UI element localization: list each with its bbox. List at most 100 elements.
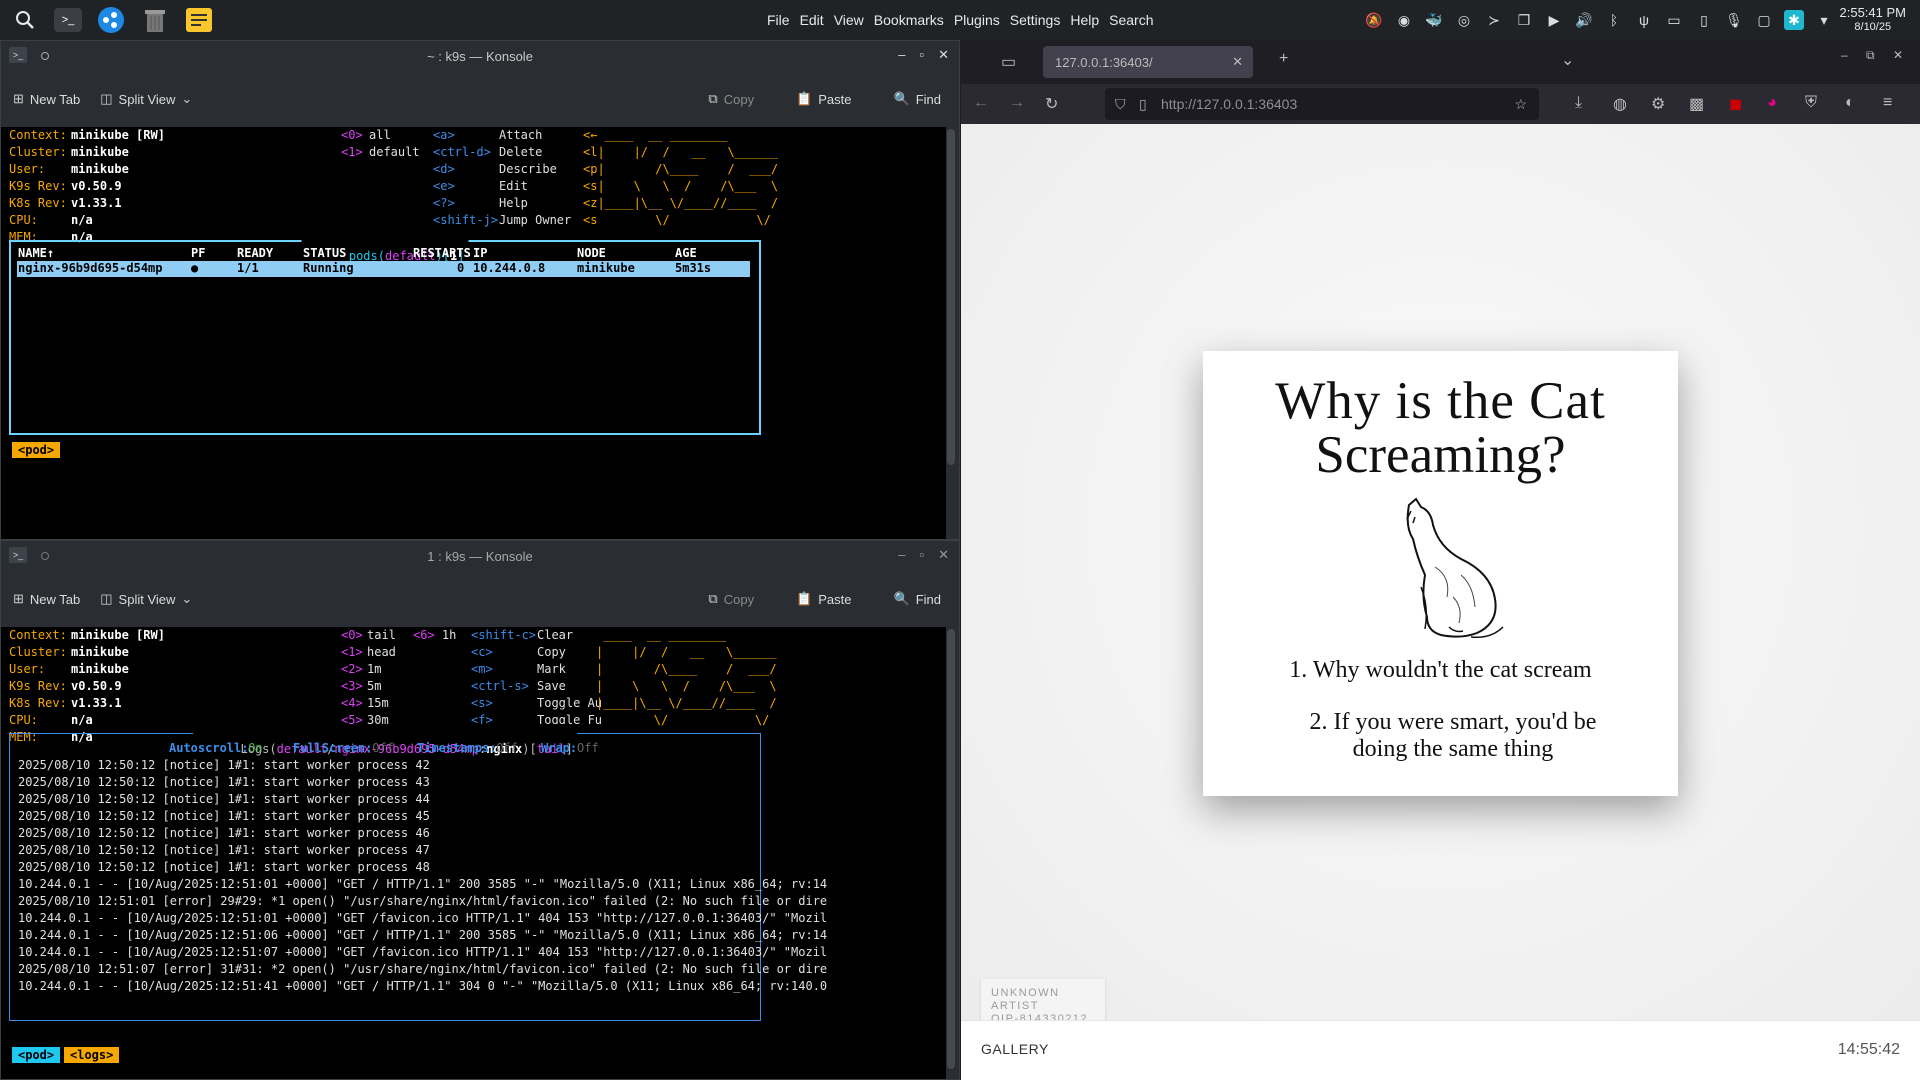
info-key: CPU: bbox=[9, 713, 38, 727]
minimize-icon[interactable]: – bbox=[1841, 48, 1848, 62]
title-bar[interactable]: >_ ~ : k9s — Konsole – ▫ ✕ bbox=[1, 41, 959, 71]
menu-edit[interactable]: Edit bbox=[795, 12, 829, 28]
copy-label: Copy bbox=[723, 591, 755, 607]
breadcrumb-pod[interactable]: <pod> bbox=[12, 442, 61, 458]
close-icon[interactable]: ✕ bbox=[938, 47, 949, 63]
phone-icon[interactable]: ▯ bbox=[1694, 10, 1714, 30]
scrollbar[interactable] bbox=[947, 629, 955, 1069]
notifications-muted-icon[interactable]: 🔕 bbox=[1364, 10, 1384, 30]
menu-view[interactable]: View bbox=[829, 12, 869, 28]
new-tab-button[interactable]: ⊞ New Tab bbox=[13, 591, 80, 607]
close-tab-icon[interactable]: ✕ bbox=[1232, 54, 1243, 70]
media-player-icon[interactable]: ▶ bbox=[1544, 10, 1564, 30]
breadcrumb-pod[interactable]: <pod> bbox=[12, 1047, 61, 1063]
maximize-icon[interactable]: ▫ bbox=[919, 547, 924, 563]
steam-icon[interactable]: ◎ bbox=[1454, 10, 1474, 30]
split-view-button[interactable]: ◫ Split View ⌄ bbox=[100, 591, 192, 607]
find-button[interactable]: 🔍 Find bbox=[894, 591, 941, 607]
hotkey-label: Edit bbox=[499, 179, 528, 193]
gallery-link[interactable]: GALLERY bbox=[981, 1041, 1049, 1057]
clock[interactable]: 2:55:41 PM 8/10/25 bbox=[1840, 6, 1907, 34]
notes-icon[interactable] bbox=[184, 5, 214, 35]
bluetooth-icon[interactable]: ᛒ bbox=[1604, 10, 1624, 30]
paste-button[interactable]: 📋 Paste bbox=[796, 591, 851, 607]
info-value: minikube [RW] bbox=[71, 128, 165, 142]
bookmark-star-icon[interactable]: ☆ bbox=[1514, 96, 1527, 113]
hotkey-key: <a> bbox=[433, 128, 455, 142]
account-icon[interactable]: ◍ bbox=[1613, 94, 1627, 114]
app-tray-icon[interactable]: ✱ bbox=[1784, 10, 1804, 30]
find-icon: 🔍 bbox=[893, 91, 910, 106]
display-icon[interactable]: ▭ bbox=[1664, 10, 1684, 30]
screen-icon[interactable]: ▢ bbox=[1754, 10, 1774, 30]
maximize-icon[interactable]: ▫ bbox=[919, 47, 924, 63]
copy-button[interactable]: ⧉ Copy bbox=[708, 591, 754, 607]
browser-tab[interactable]: 127.0.0.1:36403/ ✕ bbox=[1043, 46, 1253, 78]
info-value: v1.33.1 bbox=[71, 196, 122, 210]
hotkey-label: Clear bbox=[537, 628, 574, 642]
new-tab-icon[interactable]: + bbox=[1279, 50, 1288, 68]
find-button[interactable]: 🔍 Find bbox=[894, 91, 941, 107]
menu-plugins[interactable]: Plugins bbox=[949, 12, 1005, 28]
info-key: Context: bbox=[9, 128, 67, 142]
address-bar[interactable]: ⛉ ▯ http://127.0.0.1:36403 ☆ bbox=[1105, 88, 1539, 120]
close-icon[interactable]: ✕ bbox=[1893, 48, 1903, 62]
trash-icon[interactable] bbox=[140, 5, 170, 35]
back-icon[interactable]: ← bbox=[973, 94, 989, 112]
copy-button[interactable]: ⧉ Copy bbox=[708, 91, 754, 107]
bitwarden-icon[interactable]: ⛨ bbox=[1805, 94, 1817, 112]
kde-connect-icon[interactable] bbox=[96, 5, 126, 35]
volume-icon[interactable]: 🔊 bbox=[1574, 10, 1594, 30]
ext-1-icon[interactable]: ▩ bbox=[1689, 94, 1704, 114]
clipboard-icon[interactable]: ❐ bbox=[1514, 10, 1534, 30]
reload-icon[interactable]: ↻ bbox=[1045, 94, 1058, 114]
microphone-muted-icon[interactable]: 🎙 bbox=[1724, 10, 1744, 30]
menu-help[interactable]: Help bbox=[1065, 12, 1104, 28]
terminal-app-icon[interactable]: >_ bbox=[54, 8, 82, 32]
downloads-icon[interactable]: ⤓ bbox=[1575, 94, 1582, 112]
terminal-area[interactable]: Context: minikube [RW] Cluster: minikube Use… bbox=[1, 627, 946, 1079]
info-value: n/a bbox=[71, 213, 93, 227]
restore-icon[interactable]: ⧉ bbox=[1866, 48, 1875, 63]
menu-file[interactable]: File bbox=[762, 12, 795, 28]
scrollbar[interactable] bbox=[947, 129, 955, 465]
breadcrumb-logs[interactable]: <logs> bbox=[64, 1047, 120, 1063]
terminal-area[interactable]: Context: minikube [RW] Cluster: minikube Use… bbox=[1, 127, 946, 539]
log-line: 2025/08/10 12:50:12 [notice] 1#1: start … bbox=[18, 860, 430, 874]
minimize-icon[interactable]: – bbox=[898, 47, 905, 63]
new-tab-button[interactable]: ⊞ New Tab bbox=[13, 91, 80, 107]
menu-icon[interactable]: ≡ bbox=[1883, 94, 1892, 112]
tab-list-icon[interactable]: ⌄ bbox=[1561, 50, 1574, 70]
ext-3-icon[interactable]: ◐ bbox=[1845, 94, 1855, 112]
ext-2-icon[interactable]: ◕ bbox=[1767, 94, 1777, 112]
menu-settings[interactable]: Settings bbox=[1005, 12, 1066, 28]
extensions-icon[interactable]: ⚙ bbox=[1651, 94, 1665, 114]
table-cell: 0 bbox=[457, 261, 465, 275]
terminal-tray-icon[interactable]: ≻ bbox=[1484, 10, 1504, 30]
footer-clock: 14:55:42 bbox=[1837, 1041, 1900, 1058]
discord-icon[interactable]: ◉ bbox=[1394, 10, 1414, 30]
paste-label: Paste bbox=[818, 591, 852, 607]
table-cell: ● bbox=[191, 261, 199, 275]
forward-icon[interactable]: → bbox=[1009, 94, 1025, 112]
konsole-window-bottom: >_ 1 : k9s — Konsole – ▫ ✕ ⊞ New Tab ◫ Spl… bbox=[0, 540, 960, 1080]
docker-icon[interactable]: 🐳 bbox=[1424, 10, 1444, 30]
split-view-button[interactable]: ◫ Split View ⌄ bbox=[100, 91, 192, 107]
tab-overview-icon[interactable]: ▭ bbox=[1001, 52, 1016, 72]
search-icon[interactable] bbox=[10, 5, 40, 35]
hotkey-key: <d> bbox=[433, 162, 455, 176]
close-icon[interactable]: ✕ bbox=[938, 547, 949, 563]
menu-search[interactable]: Search bbox=[1104, 12, 1158, 28]
paste-button[interactable]: 📋 Paste bbox=[796, 91, 851, 107]
chevron-down-icon[interactable]: ▾ bbox=[1814, 10, 1834, 30]
title-bar[interactable]: >_ 1 : k9s — Konsole – ▫ ✕ bbox=[1, 541, 959, 571]
usb-icon[interactable]: ψ bbox=[1634, 10, 1654, 30]
artwork-point-2b: doing the same thing bbox=[1352, 736, 1554, 762]
flag-key: Wrap: bbox=[541, 741, 578, 755]
menu-bookmarks[interactable]: Bookmarks bbox=[869, 12, 949, 28]
caption-artist: UNKNOWN ARTIST bbox=[991, 987, 1060, 1012]
minimize-icon[interactable]: – bbox=[898, 547, 905, 563]
artwork-card[interactable]: Why is the Cat Screaming? 1. Why wouldn'… bbox=[1203, 351, 1678, 796]
hotkey-key: <shift-c> bbox=[471, 628, 537, 642]
ublock-icon[interactable]: ◼ bbox=[1729, 94, 1742, 114]
